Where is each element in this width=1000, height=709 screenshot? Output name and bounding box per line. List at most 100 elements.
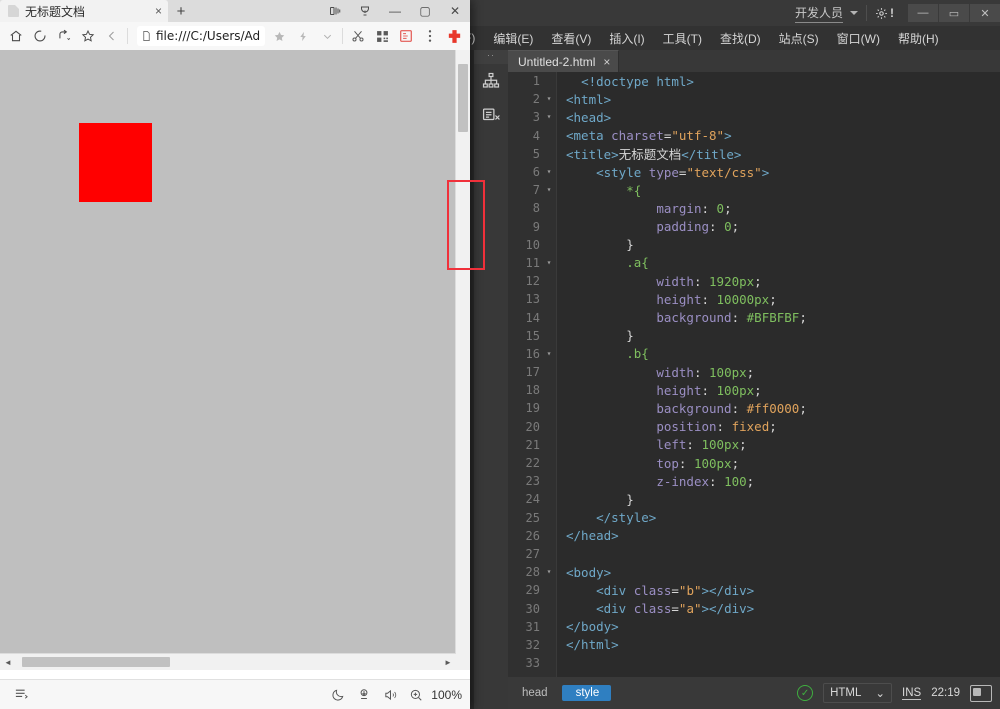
code-line[interactable]: 31 </body>	[508, 618, 1000, 636]
code-line[interactable]: 26 </head>	[508, 527, 1000, 545]
menu-tools[interactable]: 工具(T)	[663, 30, 702, 47]
menu-help[interactable]: 帮助(H)	[898, 30, 939, 47]
rail-grip[interactable]: ··	[474, 50, 508, 64]
code-line[interactable]: 9 padding: 0;	[508, 218, 1000, 236]
fold-arrow-icon[interactable]: ▾	[544, 563, 554, 581]
chevron-down-icon[interactable]	[315, 24, 339, 48]
code-line[interactable]: 28 ▾ <body>	[508, 563, 1000, 581]
insert-mode-indicator[interactable]: INS	[902, 687, 922, 700]
code-line[interactable]: 23 z-index: 100;	[508, 472, 1000, 490]
code-rows[interactable]: 1 <!doctype html> 2 ▾ <html> 3 ▾ <head> 4 <meta …	[508, 72, 1000, 672]
code-line[interactable]: 29 <div class="b"></div>	[508, 581, 1000, 599]
collections-icon[interactable]	[350, 0, 380, 22]
code-line[interactable]: 27	[508, 545, 1000, 563]
code-line[interactable]: 22 top: 100px;	[508, 454, 1000, 472]
code-line[interactable]: 32 </html>	[508, 636, 1000, 654]
code-line[interactable]: 12 width: 1920px;	[508, 272, 1000, 290]
code-line[interactable]: 10 }	[508, 236, 1000, 254]
lightning-icon[interactable]	[291, 24, 315, 48]
workspace-caret-icon[interactable]	[850, 11, 858, 15]
hscroll-left-arrow[interactable]: ◄	[0, 658, 16, 667]
close-button[interactable]: ✕	[440, 0, 470, 22]
code-line[interactable]: 25 </style>	[508, 509, 1000, 527]
vertical-scrollbar[interactable]	[455, 50, 470, 654]
code-line[interactable]: 2 ▾ <html>	[508, 90, 1000, 108]
qr-code-icon[interactable]	[370, 24, 394, 48]
preview-in-browser-icon[interactable]	[970, 684, 992, 702]
code-line[interactable]: 17 width: 100px;	[508, 363, 1000, 381]
menu-insert[interactable]: 插入(I)	[609, 30, 644, 47]
star-filled-icon[interactable]	[267, 24, 291, 48]
code-line[interactable]: 20 position: fixed;	[508, 418, 1000, 436]
fold-arrow-icon[interactable]: ▾	[544, 163, 554, 181]
document-tab-untitled-2[interactable]: Untitled-2.html ×	[508, 50, 620, 72]
code-line[interactable]: 7 ▾ *{	[508, 181, 1000, 199]
code-line[interactable]: 30 <div class="a"></div>	[508, 599, 1000, 617]
dw-close-button[interactable]: ✕	[969, 4, 1000, 22]
hscroll-right-arrow[interactable]: ►	[440, 658, 456, 667]
favorite-star-icon[interactable]	[76, 24, 100, 48]
fold-arrow-icon[interactable]: ▾	[544, 254, 554, 272]
code-line[interactable]: 8 margin: 0;	[508, 199, 1000, 217]
code-line[interactable]: 6 ▾ <style type="text/css">	[508, 163, 1000, 181]
code-line[interactable]: 18 height: 100px;	[508, 381, 1000, 399]
new-tab-button[interactable]: +	[168, 0, 194, 22]
language-selector[interactable]: HTML ⌄	[823, 683, 893, 703]
browser-tab-close-icon[interactable]: ×	[155, 4, 162, 18]
code-line[interactable]: 21 left: 100px;	[508, 436, 1000, 454]
sound-icon[interactable]	[377, 682, 403, 708]
code-line[interactable]: 14 background: #BFBFBF;	[508, 308, 1000, 326]
reading-list-icon[interactable]	[8, 682, 34, 708]
split-screen-icon[interactable]	[320, 0, 350, 22]
code-line[interactable]: 1 <!doctype html>	[508, 72, 1000, 90]
fold-arrow-icon[interactable]: ▾	[544, 345, 554, 363]
reload-icon[interactable]	[28, 24, 52, 48]
code-editor[interactable]: 1 <!doctype html> 2 ▾ <html> 3 ▾ <head> 4 <meta …	[508, 72, 1000, 677]
horizontal-scrollbar-thumb[interactable]	[22, 657, 170, 667]
address-bar[interactable]: file:///C:/Users/Ad	[137, 26, 265, 46]
vertical-scrollbar-thumb[interactable]	[458, 64, 468, 132]
breadcrumb-head[interactable]: head	[508, 685, 560, 701]
dw-minimize-button[interactable]: —	[908, 4, 938, 22]
code-line[interactable]: 24 }	[508, 490, 1000, 508]
browser-tab[interactable]: 无标题文档 ×	[0, 0, 168, 22]
dark-mode-icon[interactable]	[325, 682, 351, 708]
dom-tree-icon[interactable]	[474, 64, 508, 98]
document-tab-close-icon[interactable]: ×	[603, 55, 610, 69]
maximize-button[interactable]: ▢	[410, 0, 440, 22]
code-line[interactable]: 16 ▾ .b{	[508, 345, 1000, 363]
menu-site[interactable]: 站点(S)	[779, 30, 819, 47]
minimize-button[interactable]: —	[380, 0, 410, 22]
workspace-switcher[interactable]: 开发人员	[794, 4, 843, 23]
more-options-icon[interactable]	[418, 24, 442, 48]
menu-find[interactable]: 查找(D)	[720, 30, 761, 47]
code-line[interactable]: 11 ▾ .a{	[508, 254, 1000, 272]
validation-ok-icon[interactable]: ✓	[797, 685, 814, 701]
fold-arrow-icon[interactable]: ▾	[544, 181, 554, 199]
breadcrumb-style[interactable]: style	[561, 685, 612, 701]
horizontal-scrollbar[interactable]: ◄ ►	[0, 653, 456, 670]
dw-restore-button[interactable]: ▭	[938, 4, 969, 22]
zoom-in-icon[interactable]	[403, 682, 429, 708]
code-line[interactable]: 19 background: #ff0000;	[508, 399, 1000, 417]
home-icon[interactable]	[4, 24, 28, 48]
menu-view[interactable]: 查看(V)	[551, 30, 591, 47]
history-back-icon[interactable]	[52, 24, 76, 48]
code-line[interactable]: 15 }	[508, 327, 1000, 345]
settings-gear-button[interactable]: !	[875, 6, 894, 20]
extension-icon[interactable]	[442, 24, 466, 48]
menu-edit[interactable]: 编辑(E)	[493, 30, 533, 47]
scissors-icon[interactable]	[346, 24, 370, 48]
code-line[interactable]: 4 <meta charset="utf-8">	[508, 127, 1000, 145]
nav-back-icon[interactable]	[100, 24, 124, 48]
menu-window[interactable]: 窗口(W)	[837, 30, 880, 47]
code-line[interactable]: 3 ▾ <head>	[508, 108, 1000, 126]
code-line[interactable]: 13 height: 10000px;	[508, 290, 1000, 308]
code-view-icon[interactable]	[474, 98, 508, 132]
fold-arrow-icon[interactable]: ▾	[544, 90, 554, 108]
code-line[interactable]: 5 <title>无标题文档</title>	[508, 145, 1000, 163]
code-line[interactable]: 33	[508, 654, 1000, 672]
screenshot-icon[interactable]	[394, 24, 418, 48]
download-icon[interactable]	[351, 682, 377, 708]
fold-arrow-icon[interactable]: ▾	[544, 108, 554, 126]
